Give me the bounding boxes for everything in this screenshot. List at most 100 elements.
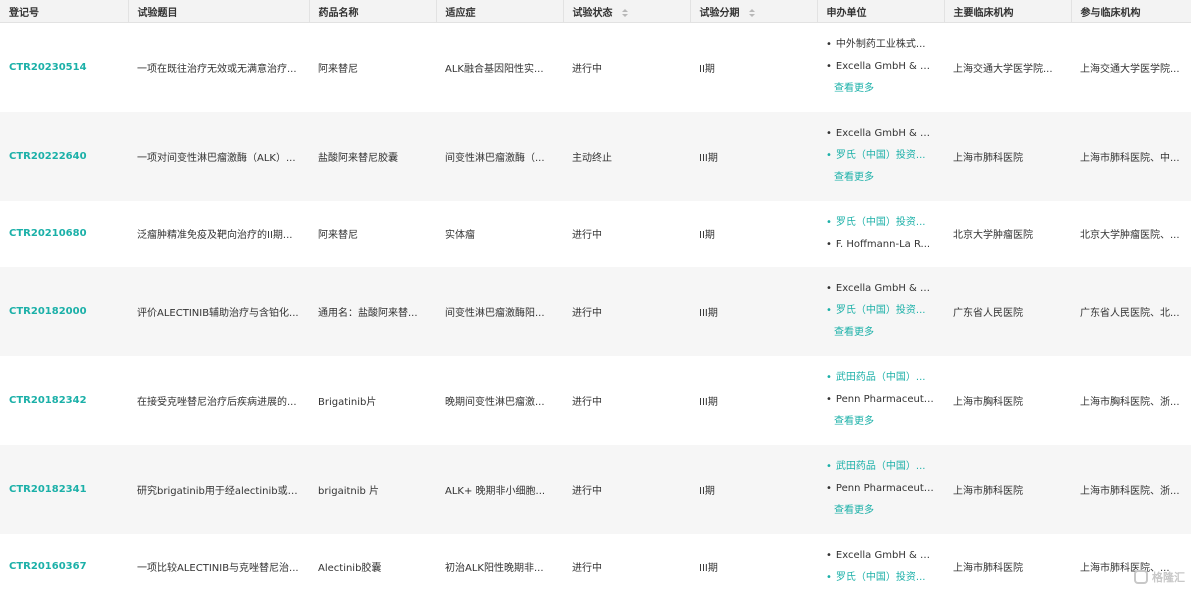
table-row[interactable]: CTR20182000 评价ALECTINIB辅助治疗与含铂化...通用名：盐酸阿… bbox=[0, 267, 1191, 356]
sponsor-item[interactable]: •罗氏（中国）投资... bbox=[826, 300, 935, 322]
cell-main-site: 北京大学肿瘤医院 bbox=[944, 201, 1071, 267]
table-row[interactable]: CTR20182342在接受克唑替尼治疗后疾病进展的...Brigatinib片… bbox=[0, 356, 1191, 445]
cell-status: 进行中 bbox=[563, 534, 690, 600]
cell-drug: 通用名：盐酸阿来替... bbox=[309, 267, 436, 356]
watermark-logo-icon bbox=[1134, 570, 1148, 584]
cell-reg-no: CTR20182000 bbox=[0, 267, 128, 356]
cell-sites: 上海市胸科医院、浙... bbox=[1071, 356, 1191, 445]
sponsor-item: •中外制药工业株式... bbox=[826, 34, 935, 56]
bullet-icon: • bbox=[826, 478, 832, 500]
cell-sponsor: •Excella GmbH & C...•罗氏（中国）投资... bbox=[817, 534, 944, 600]
cell-title: 泛瘤肿精准免疫及靶向治疗的II期... bbox=[128, 201, 309, 267]
reg-no-link[interactable]: CTR20182342 bbox=[9, 395, 87, 406]
cell-main-site: 广东省人民医院 bbox=[944, 267, 1071, 356]
cell-title: 评价ALECTINIB辅助治疗与含铂化... bbox=[128, 267, 309, 356]
reg-no-link[interactable]: CTR20222640 bbox=[9, 151, 87, 162]
cell-sites: 上海市肺科医院、... bbox=[1071, 534, 1191, 600]
cell-status: 进行中 bbox=[563, 356, 690, 445]
cell-indication: 初治ALK阳性晚期非... bbox=[436, 534, 563, 600]
cell-reg-no: CTR20210680 bbox=[0, 201, 128, 267]
table-row[interactable]: CTR20160367一项比较ALECTINIB与克唑替尼治...Alectin… bbox=[0, 534, 1191, 600]
cell-indication: ALK融合基因阳性实... bbox=[436, 23, 563, 112]
header-reg-no: 登记号 bbox=[0, 0, 128, 23]
sponsor-item[interactable]: •罗氏（中国）投资... bbox=[826, 145, 935, 167]
cell-sponsor: •Excella GmbH & C...•罗氏（中国）投资...查看更多 bbox=[817, 267, 944, 356]
header-status[interactable]: 试验状态 bbox=[563, 0, 690, 23]
bullet-icon: • bbox=[826, 389, 832, 411]
cell-drug: 阿来替尼 bbox=[309, 201, 436, 267]
bullet-icon: • bbox=[826, 367, 832, 389]
trials-table: 登记号 试验题目 药品名称 适应症 试验状态 试验分期 申办单位 主要临床机构 … bbox=[0, 0, 1191, 600]
cell-main-site: 上海市肺科医院 bbox=[944, 534, 1071, 600]
cell-sponsor: •中外制药工业株式...•Excella GmbH & C...查看更多 bbox=[817, 23, 944, 112]
cell-indication: ALK+ 晚期非小细胞... bbox=[436, 445, 563, 534]
sort-icon[interactable] bbox=[622, 9, 628, 17]
cell-status: 主动终止 bbox=[563, 112, 690, 201]
cell-status: 进行中 bbox=[563, 267, 690, 356]
cell-main-site: 上海市肺科医院 bbox=[944, 445, 1071, 534]
header-phase[interactable]: 试验分期 bbox=[690, 0, 817, 23]
cell-sponsor: •罗氏（中国）投资...•F. Hoffmann-La R... bbox=[817, 201, 944, 267]
table-row[interactable]: CTR20210680 泛瘤肿精准免疫及靶向治疗的II期...阿来替尼实体瘤进行中… bbox=[0, 201, 1191, 267]
table-row[interactable]: CTR20222640一项对间变性淋巴瘤激酶（ALK）...盐酸阿来替尼胶囊间变… bbox=[0, 112, 1191, 201]
cell-reg-no: CTR20182342 bbox=[0, 356, 128, 445]
cell-indication: 间变性淋巴瘤激酶（... bbox=[436, 112, 563, 201]
sponsor-item[interactable]: •武田药品（中国）... bbox=[826, 456, 935, 478]
cell-phase: III期 bbox=[690, 267, 817, 356]
sponsor-item[interactable]: •罗氏（中国）投资... bbox=[826, 567, 935, 589]
cell-phase: II期 bbox=[690, 23, 817, 112]
cell-title: 一项对间变性淋巴瘤激酶（ALK）... bbox=[128, 112, 309, 201]
cell-drug: brigaitnib 片 bbox=[309, 445, 436, 534]
cell-sites: 上海市肺科医院、浙... bbox=[1071, 445, 1191, 534]
sponsor-item[interactable]: •罗氏（中国）投资... bbox=[826, 212, 935, 234]
cell-phase: III期 bbox=[690, 534, 817, 600]
view-more-link[interactable]: 查看更多 bbox=[826, 500, 935, 522]
cell-reg-no: CTR20222640 bbox=[0, 112, 128, 201]
cell-main-site: 上海市肺科医院 bbox=[944, 112, 1071, 201]
cell-sites: 上海交通大学医学院... bbox=[1071, 23, 1191, 112]
sponsor-item: •Excella GmbH & C... bbox=[826, 123, 935, 145]
reg-no-link[interactable]: CTR20182341 bbox=[9, 484, 87, 495]
cell-status: 进行中 bbox=[563, 201, 690, 267]
view-more-link[interactable]: 查看更多 bbox=[826, 411, 935, 433]
cell-title: 在接受克唑替尼治疗后疾病进展的... bbox=[128, 356, 309, 445]
sort-icon[interactable] bbox=[749, 9, 755, 17]
view-more-link[interactable]: 查看更多 bbox=[826, 322, 935, 344]
header-drug: 药品名称 bbox=[309, 0, 436, 23]
table-row[interactable]: CTR20230514一项在既往治疗无效或无满意治疗...阿来替尼ALK融合基因… bbox=[0, 23, 1191, 112]
cell-reg-no: CTR20230514 bbox=[0, 23, 128, 112]
header-main-site: 主要临床机构 bbox=[944, 0, 1071, 23]
cell-drug: 阿来替尼 bbox=[309, 23, 436, 112]
cell-sites: 北京大学肿瘤医院、... bbox=[1071, 201, 1191, 267]
reg-no-link[interactable]: CTR20160367 bbox=[9, 561, 87, 572]
sponsor-item[interactable]: •武田药品（中国）... bbox=[826, 367, 935, 389]
cell-phase: II期 bbox=[690, 201, 817, 267]
bullet-icon: • bbox=[826, 300, 832, 322]
bullet-icon: • bbox=[826, 145, 832, 167]
cell-status: 进行中 bbox=[563, 23, 690, 112]
watermark: 格隆汇 bbox=[1134, 569, 1185, 585]
header-title: 试验题目 bbox=[128, 0, 309, 23]
cell-phase: III期 bbox=[690, 356, 817, 445]
header-indication: 适应症 bbox=[436, 0, 563, 23]
cell-indication: 晚期间变性淋巴瘤激... bbox=[436, 356, 563, 445]
bullet-icon: • bbox=[826, 212, 832, 234]
cell-reg-no: CTR20182341 bbox=[0, 445, 128, 534]
bullet-icon: • bbox=[826, 278, 832, 300]
cell-sponsor: •武田药品（中国）...•Penn Pharmaceuti...查看更多 bbox=[817, 356, 944, 445]
bullet-icon: • bbox=[826, 34, 832, 56]
view-more-link[interactable]: 查看更多 bbox=[826, 167, 935, 189]
bullet-icon: • bbox=[826, 123, 832, 145]
cell-phase: III期 bbox=[690, 112, 817, 201]
header-sites: 参与临床机构 bbox=[1071, 0, 1191, 23]
sponsor-item: •Excella GmbH & C... bbox=[826, 56, 935, 78]
sponsor-item: •Excella GmbH & C... bbox=[826, 278, 935, 300]
table-row[interactable]: CTR20182341研究brigatinib用于经alectinib或c...… bbox=[0, 445, 1191, 534]
reg-no-link[interactable]: CTR20230514 bbox=[9, 62, 87, 73]
sponsor-item: •Penn Pharmaceuti... bbox=[826, 389, 935, 411]
view-more-link[interactable]: 查看更多 bbox=[826, 78, 935, 100]
reg-no-link[interactable]: CTR20182000 bbox=[9, 306, 87, 317]
reg-no-link[interactable]: CTR20210680 bbox=[9, 228, 87, 239]
cell-main-site: 上海市胸科医院 bbox=[944, 356, 1071, 445]
cell-indication: 实体瘤 bbox=[436, 201, 563, 267]
